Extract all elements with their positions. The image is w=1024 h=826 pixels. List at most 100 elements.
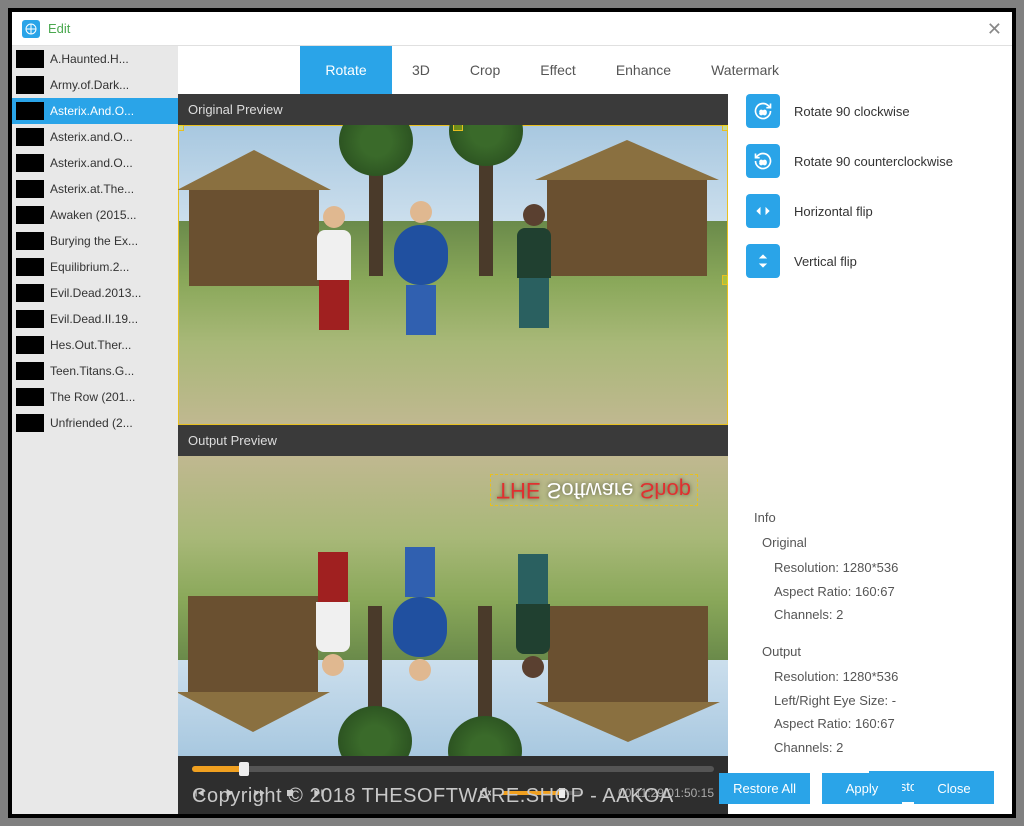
sidebar-item[interactable]: Army.of.Dark... [12, 72, 178, 98]
sidebar-item-label: Unfriended (2... [50, 416, 133, 430]
sidebar-item-label: Asterix.and.O... [50, 156, 133, 170]
rotate-ccw-action[interactable]: 90 Rotate 90 counterclockwise [746, 144, 994, 178]
restore-all-button[interactable]: Restore All [719, 773, 810, 804]
forward-button[interactable] [252, 786, 268, 800]
vflip-label: Vertical flip [794, 254, 857, 269]
sidebar-item-label: Asterix.and.O... [50, 130, 133, 144]
hflip-icon [746, 194, 780, 228]
thumbnail [16, 76, 44, 94]
thumbnail [16, 258, 44, 276]
tab-effect[interactable]: Effect [520, 46, 596, 94]
sidebar-item[interactable]: Equilibrium.2... [12, 254, 178, 280]
tab-crop[interactable]: Crop [450, 46, 520, 94]
thumbnail [16, 180, 44, 198]
titlebar: Edit ✕ [12, 12, 1012, 46]
original-preview-label: Original Preview [178, 94, 728, 125]
tab-3d[interactable]: 3D [392, 46, 450, 94]
sidebar-item[interactable]: A.Haunted.H... [12, 46, 178, 72]
watermark-overlay[interactable]: THE Software Shop [490, 474, 698, 506]
sidebar-item-label: Asterix.at.The... [50, 182, 134, 196]
sidebar-item-label: A.Haunted.H... [50, 52, 129, 66]
info-section: Info Original Resolution: 1280*536 Aspec… [746, 500, 994, 759]
volume-slider[interactable] [502, 791, 582, 795]
right-panel: 90 Rotate 90 clockwise 90 Rotate 90 coun… [728, 46, 1012, 814]
sidebar-item-label: Asterix.And.O... [50, 104, 134, 118]
output-preview[interactable]: THE Software Shop [178, 456, 728, 756]
out-resolution: Resolution: 1280*536 [774, 665, 994, 688]
svg-text:90: 90 [760, 160, 767, 166]
close-button[interactable]: Close [914, 773, 994, 804]
vflip-icon [746, 244, 780, 278]
thumbnail [16, 284, 44, 302]
rotate-cw-action[interactable]: 90 Rotate 90 clockwise [746, 94, 994, 128]
sidebar-item[interactable]: Asterix.and.O... [12, 124, 178, 150]
tab-rotate[interactable]: Rotate [300, 46, 392, 94]
svg-text:90: 90 [760, 110, 767, 116]
prev-button[interactable] [192, 786, 206, 800]
stop-button[interactable] [284, 787, 296, 799]
sidebar-item[interactable]: The Row (201... [12, 384, 178, 410]
play-button[interactable] [222, 786, 236, 800]
rotate-ccw-icon: 90 [746, 144, 780, 178]
main-area: Rotate3DCropEffectEnhanceWatermark Origi… [178, 46, 1012, 814]
app-icon [22, 20, 40, 38]
sidebar-item[interactable]: Hes.Out.Ther... [12, 332, 178, 358]
seek-bar[interactable] [192, 766, 714, 772]
thumbnail [16, 206, 44, 224]
original-preview[interactable] [178, 125, 728, 425]
sidebar-item-label: The Row (201... [50, 390, 135, 404]
info-original-heading: Original [762, 535, 994, 550]
volume-icon[interactable] [478, 786, 494, 800]
sidebar-item-label: Army.of.Dark... [50, 78, 129, 92]
rotate-cw-icon: 90 [746, 94, 780, 128]
thumbnail [16, 336, 44, 354]
thumbnail [16, 232, 44, 250]
preview-area: Original Preview [178, 94, 728, 814]
thumbnail [16, 154, 44, 172]
close-icon[interactable]: ✕ [987, 20, 1002, 38]
content: A.Haunted.H... Army.of.Dark... Asterix.And… [12, 46, 1012, 814]
sidebar-item[interactable]: Asterix.And.O... [12, 98, 178, 124]
next-button[interactable] [312, 786, 326, 800]
sidebar-item[interactable]: Unfriended (2... [12, 410, 178, 436]
sidebar-item[interactable]: Asterix.at.The... [12, 176, 178, 202]
sidebar-item[interactable]: Asterix.and.O... [12, 150, 178, 176]
thumbnail [16, 102, 44, 120]
thumbnail [16, 50, 44, 68]
footer-buttons: Restore All Apply Close [719, 773, 994, 804]
out-aspect: Aspect Ratio: 160:67 [774, 712, 994, 735]
hflip-label: Horizontal flip [794, 204, 873, 219]
vflip-action[interactable]: Vertical flip [746, 244, 994, 278]
thumbnail [16, 362, 44, 380]
hflip-action[interactable]: Horizontal flip [746, 194, 994, 228]
out-eye: Left/Right Eye Size: - [774, 689, 994, 712]
orig-resolution: Resolution: 1280*536 [774, 556, 994, 579]
sidebar-item-label: Hes.Out.Ther... [50, 338, 131, 352]
window-title: Edit [48, 21, 70, 36]
sidebar-item-label: Evil.Dead.2013... [50, 286, 141, 300]
sidebar-item-label: Equilibrium.2... [50, 260, 129, 274]
center-column: Rotate3DCropEffectEnhanceWatermark Origi… [178, 46, 728, 814]
edit-window: Edit ✕ A.Haunted.H... Army.of.Dark... Aste… [8, 8, 1016, 818]
orig-channels: Channels: 2 [774, 603, 994, 626]
sidebar-item[interactable]: Teen.Titans.G... [12, 358, 178, 384]
sidebar-item[interactable]: Burying the Ex... [12, 228, 178, 254]
thumbnail [16, 414, 44, 432]
player-controls: 00:11:29/01:50:15 [178, 756, 728, 814]
tab-enhance[interactable]: Enhance [596, 46, 691, 94]
thumbnail [16, 310, 44, 328]
sidebar-item-label: Burying the Ex... [50, 234, 138, 248]
sidebar-item-label: Evil.Dead.II.19... [50, 312, 138, 326]
output-preview-label: Output Preview [178, 425, 728, 456]
sidebar-item[interactable]: Evil.Dead.2013... [12, 280, 178, 306]
sidebar-item[interactable]: Evil.Dead.II.19... [12, 306, 178, 332]
orig-aspect: Aspect Ratio: 160:67 [774, 580, 994, 603]
rotate-cw-label: Rotate 90 clockwise [794, 104, 910, 119]
file-sidebar: A.Haunted.H... Army.of.Dark... Asterix.And… [12, 46, 178, 814]
thumbnail [16, 388, 44, 406]
info-title: Info [754, 510, 994, 525]
rotate-ccw-label: Rotate 90 counterclockwise [794, 154, 953, 169]
apply-button[interactable]: Apply [822, 773, 902, 804]
sidebar-item[interactable]: Awaken (2015... [12, 202, 178, 228]
thumbnail [16, 128, 44, 146]
